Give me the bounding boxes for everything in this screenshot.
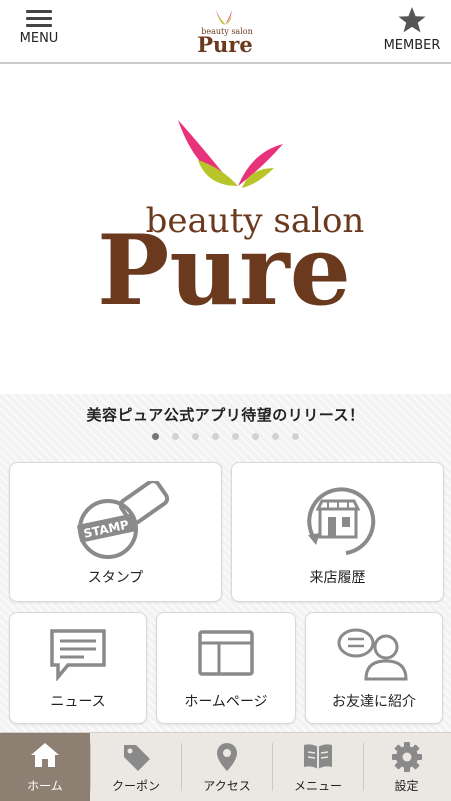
hero-logo-area: beauty salon Pure [0,64,451,394]
carousel-dot[interactable] [272,433,279,440]
app-header: MENU beauty salon Pure MEMBER [0,0,451,64]
brand-logo: beauty salon Pure [97,120,364,327]
tag-icon [124,745,150,771]
tab-menu-label: メニュー [293,779,342,793]
small-logo: beauty salon Pure [197,10,253,56]
tab-access[interactable]: アクセス [182,733,272,801]
home-icon [31,743,59,767]
browser-icon [198,630,254,676]
banner-caption[interactable]: 美容ピュア公式アプリ待望のリリース！ [0,404,451,425]
carousel-dot[interactable] [212,433,219,440]
menu-label: MENU [19,31,59,46]
logo-name: Pure [97,214,351,327]
tab-access-label: アクセス [203,779,251,793]
news-tile-label: ニュース [50,694,106,710]
visit-history-tile[interactable]: 来店履歴 [231,462,444,602]
tab-menu[interactable]: メニュー [273,733,363,801]
carousel-dot[interactable] [192,433,199,440]
refer-friend-tile[interactable]: お友達に紹介 [305,612,443,724]
hamburger-icon [14,10,64,27]
refer-friend-icon [337,628,408,681]
homepage-tile-label: ホームページ [184,694,268,710]
menu-button[interactable]: MENU [14,6,64,46]
gear-icon [392,742,422,772]
small-logo-name: Pure [197,32,252,56]
homepage-tile[interactable]: ホームページ [156,612,296,724]
news-icon [50,629,106,681]
tab-coupon-label: クーポン [111,779,160,793]
member-button[interactable]: MEMBER [379,6,445,53]
carousel-dot[interactable] [152,433,159,440]
stamp-tile[interactable]: STAMP スタンプ [9,462,222,602]
refer-friend-tile-label: お友達に紹介 [332,694,416,710]
carousel-dot[interactable] [172,433,179,440]
visit-history-tile-label: 来店履歴 [309,570,366,586]
map-pin-icon [217,743,237,771]
carousel-dot[interactable] [232,433,239,440]
book-icon [304,744,332,769]
tab-settings[interactable]: 設定 [362,733,451,801]
tab-home[interactable]: ホーム [0,733,90,801]
tab-settings-label: 設定 [394,779,419,793]
bottom-tab-bar: ホーム クーポン アクセス メニュー 設定 [0,732,451,801]
tab-home-label: ホーム [27,779,63,793]
tab-coupon[interactable]: クーポン [91,733,181,801]
shop-history-icon [307,487,376,555]
member-label: MEMBER [383,38,441,53]
carousel-dot[interactable] [292,433,299,440]
stamp-tile-label: スタンプ [87,570,144,586]
star-icon [398,7,426,33]
carousel-dot[interactable] [252,433,259,440]
stamp-icon: STAMP [77,481,170,559]
news-tile[interactable]: ニュース [9,612,147,724]
